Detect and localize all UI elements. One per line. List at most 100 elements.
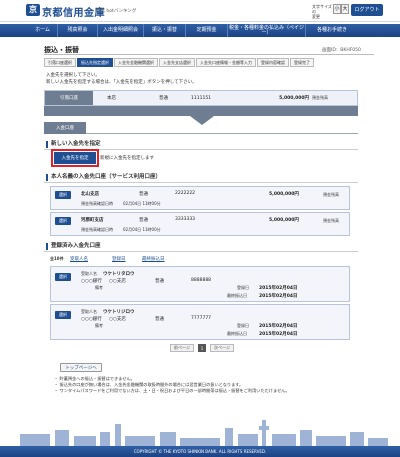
sort-recipient-link[interactable]: 受取人名	[70, 256, 88, 262]
step-4: 入金先支店選択	[159, 58, 195, 67]
account-branch: 北山支店	[81, 192, 99, 197]
last-date: 2015年02月04日	[259, 294, 298, 299]
account-balance-label: 預金残高	[323, 218, 339, 223]
select-button[interactable]: 選択	[55, 273, 71, 281]
step-1: 引落口座選択	[44, 58, 76, 67]
notes: ・ 貯蓄預金への振込・振替はできません。 ・ 振込先の口座が無い場合は、入金先金…	[54, 376, 290, 394]
nav-time-deposit[interactable]: 定期預金	[186, 24, 228, 37]
global-nav: ホーム 残高照会 入出金明細照会 振込・振替 定期預金 税金・各種料金の払込み（…	[0, 24, 400, 37]
nav-home[interactable]: ホーム	[28, 24, 58, 37]
footer-skyline	[0, 412, 400, 446]
step-5: 入金先口座情報・金額等入力	[196, 58, 256, 67]
withdrawal-balance-label: 預金残高	[312, 95, 328, 100]
own-account-card: 選択 北山支店 普通 2222222 5,000,000円 預金残高 預金残高確…	[50, 186, 350, 210]
recipient-label: 受取人名	[81, 271, 97, 276]
account-balance-label: 預金残高	[323, 192, 339, 197]
recipient-name: ウケトリジロウ	[103, 310, 135, 315]
deposit-divider	[86, 133, 358, 134]
footer-copyright: COPYRIGHT © THE KYOTO SHINKIN BANK. ALL …	[0, 446, 400, 457]
recipient-type: 普通	[155, 317, 164, 322]
withdrawal-branch: 本店	[107, 96, 116, 101]
registered-count: 全10件	[50, 256, 64, 261]
nav-balance[interactable]: 残高照会	[58, 24, 98, 37]
withdrawal-number: 1111151	[191, 95, 212, 101]
withdrawal-account-row: 引落口座 本店 普通 1111151 5,000,000円 預金残高	[44, 90, 358, 106]
kyoto-skyline-icon	[20, 420, 388, 446]
account-balance: 5,000,000円	[269, 192, 299, 197]
step-indicator: 引落口座選択 振込先指定選択 入金先金融機関選択 入金先支店選択 入金先口座情報…	[44, 58, 315, 67]
flow-bar	[44, 106, 358, 116]
note-line: ・ ワンタイムパスワードをご利用でない方は、土・日・祝日および平日の一部時間帯は…	[54, 388, 290, 393]
section-divider	[44, 149, 358, 150]
step-3: 入金先金融機関選択	[114, 58, 158, 67]
last-date: 2015年02月04日	[259, 332, 298, 337]
recipient-label: 受取人名	[81, 309, 97, 314]
current-page: 1	[198, 344, 206, 352]
balance-check-label: 預金残高確認日時	[81, 201, 113, 206]
section-divider	[44, 182, 358, 183]
reg-date-label: 登録日	[237, 285, 249, 290]
registered-entry-card: 選択 受取人名 ウケトリジロウ ○○○銀行 ○○支店 普通 7777777 備考…	[50, 304, 350, 340]
logout-button[interactable]: ログアウト	[351, 4, 383, 16]
section-title-registered: 登録済み入金先口座	[46, 243, 101, 250]
font-small-button[interactable]: 小	[333, 4, 341, 14]
last-date-label: 最終振込日	[227, 331, 247, 336]
reg-date: 2015年02月04日	[259, 286, 298, 291]
recipient-bank: ○○○銀行	[81, 317, 102, 322]
recipient-branch: ○○支店	[109, 317, 126, 322]
nav-procedures[interactable]: 各種お手続き	[306, 24, 358, 37]
instruction-line: 新しい入金先を指定する場合は、「入金先を指定」ボタンを押して下さい。	[46, 80, 197, 85]
title-divider	[44, 54, 374, 55]
recipient-number: 8888888	[191, 278, 212, 283]
own-account-card: 選択 河原町支店 普通 3333333 5,000,000円 預金残高 預金残高…	[50, 212, 350, 236]
withdrawal-label: 引落口座	[45, 91, 93, 105]
reg-date: 2015年02月04日	[259, 324, 298, 329]
memo-label: 備考	[95, 285, 103, 290]
memo-label: 備考	[95, 323, 103, 328]
account-number: 2222222	[175, 191, 196, 196]
section-title-new: 新しい入金先を指定	[46, 141, 101, 148]
last-date-label: 最終振込日	[227, 293, 247, 298]
account-type: 普通	[139, 218, 148, 223]
service-name: 京信 hotバンキング	[96, 9, 137, 14]
bank-logo-mark[interactable]: 京	[26, 4, 40, 16]
sort-regdate-link[interactable]: 登録日	[112, 256, 126, 262]
prev-page-button[interactable]: 前ページ	[170, 344, 194, 352]
withdrawal-balance: 5,000,000円	[279, 96, 309, 101]
recipient-name: ウケトリタロウ	[103, 272, 135, 277]
balance-check-time: 02月04日 11時00分	[123, 227, 161, 232]
step-7: 登録完了	[290, 58, 314, 67]
step-2: 振込先指定選択	[77, 58, 113, 67]
withdrawal-type: 普通	[159, 96, 168, 101]
new-recipient-desc: 新規に入金先を指定します	[100, 156, 154, 161]
top-page-button[interactable]: トップページへ	[60, 363, 102, 372]
recipient-bank: ○○○銀行	[81, 279, 102, 284]
registered-entry-card: 選択 受取人名 ウケトリタロウ ○○○銀行 ○○支店 普通 8888888 備考…	[50, 266, 350, 302]
account-branch: 河原町支店	[81, 218, 104, 223]
sort-lastdate-link[interactable]: 最終振込日	[142, 256, 165, 262]
next-page-button[interactable]: 次ページ	[210, 344, 234, 352]
select-button[interactable]: 選択	[55, 191, 71, 199]
reg-date-label: 登録日	[237, 323, 249, 328]
recipient-type: 普通	[155, 279, 164, 284]
recipient-branch: ○○支店	[109, 279, 126, 284]
balance-check-label: 預金残高確認日時	[81, 227, 113, 232]
nav-payeasy[interactable]: 税金・各種料金の払込み（ペイジー）	[228, 24, 306, 37]
select-button[interactable]: 選択	[55, 311, 71, 319]
instructions: 入金先を選択して下さい。 新しい入金先を指定する場合は、「入金先を指定」ボタンを…	[46, 72, 197, 86]
nav-transfer[interactable]: 振込・振替	[144, 24, 186, 37]
select-button[interactable]: 選択	[55, 217, 71, 225]
screen-id: 画面ID：BKHF050	[322, 48, 361, 53]
font-large-button[interactable]: 大	[341, 4, 349, 14]
nav-statement[interactable]: 入出金明細照会	[98, 24, 144, 37]
account-balance: 5,000,000円	[269, 218, 299, 223]
recipient-number: 7777777	[191, 316, 212, 321]
deposit-label: 入金口座	[44, 122, 86, 134]
balance-check-time: 02月04日 11時00分	[123, 201, 161, 206]
down-arrow-icon	[190, 116, 214, 125]
account-type: 普通	[139, 192, 148, 197]
step-6: 登録内容確認	[257, 58, 289, 67]
section-divider	[44, 251, 358, 252]
specify-recipient-button[interactable]: 入金先を指定	[51, 149, 99, 167]
font-size-label: 文字サイズの 変更	[312, 4, 332, 19]
